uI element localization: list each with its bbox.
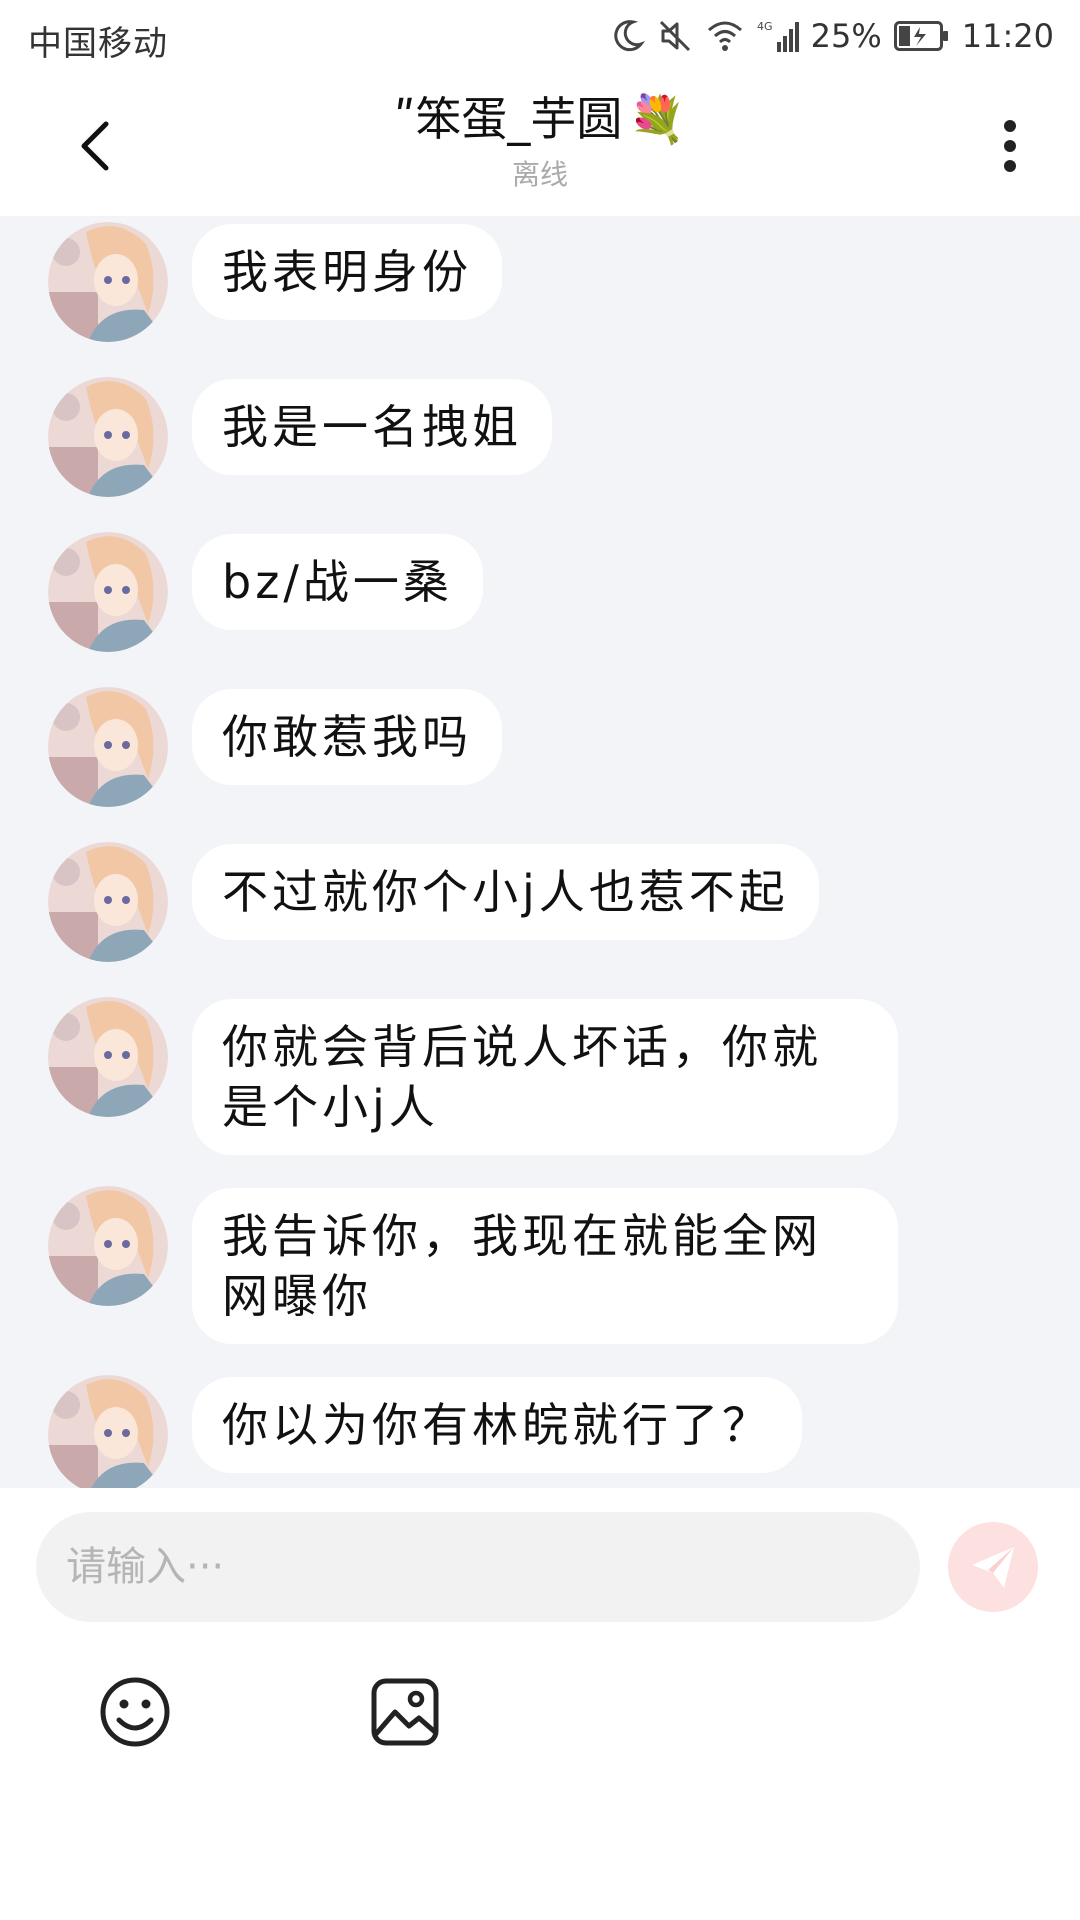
chat-title: ʺ笨蛋_芋圆 💐 (394, 86, 685, 152)
status-bar: 中国移动 4G 25% 11:20 (0, 0, 1080, 72)
composer-panel (0, 1488, 1080, 1920)
avatar[interactable] (48, 1186, 168, 1306)
message-bubble[interactable]: 我表明身份 (192, 224, 502, 320)
message-bubble[interactable]: 我告诉你，我现在就能全网网曝你 (192, 1188, 898, 1344)
message-bubble[interactable]: 不过就你个小j人也惹不起 (192, 844, 819, 940)
message-bubble[interactable]: 你就会背后说人坏话，你就是个小j人 (192, 999, 898, 1155)
chat-header: ʺ笨蛋_芋圆 💐 离线 (0, 72, 1080, 216)
emoji-button[interactable] (95, 1672, 175, 1752)
network-type: 4G (757, 20, 773, 33)
message-bubble[interactable]: 我是一名拽姐 (192, 379, 552, 475)
back-button[interactable] (60, 110, 132, 182)
message-list[interactable]: 我表明身份 我是一名拽姐 bz/战一桑 你敢惹我吗 不过就你个小j人也惹不起 你… (0, 216, 1080, 1488)
moon-icon (609, 18, 645, 54)
battery-icon (893, 21, 950, 51)
clock: 11:20 (961, 17, 1054, 55)
more-options-button[interactable] (980, 110, 1040, 182)
send-icon (972, 1547, 1014, 1588)
avatar[interactable] (48, 1375, 168, 1488)
avatar[interactable] (48, 842, 168, 962)
avatar[interactable] (48, 687, 168, 807)
status-icons: 4G 25% 11:20 (609, 14, 1054, 58)
avatar[interactable] (48, 377, 168, 497)
bouquet-icon: 💐 (628, 92, 686, 146)
message-bubble[interactable]: 你敢惹我吗 (192, 689, 502, 785)
battery-percent: 25% (810, 17, 882, 55)
smiley-icon (100, 1677, 170, 1747)
presence-status: 离线 (511, 158, 568, 191)
avatar[interactable] (48, 532, 168, 652)
title-block: ʺ笨蛋_芋圆 💐 离线 (240, 86, 840, 194)
message-input[interactable] (36, 1512, 920, 1622)
carrier-name: 中国移动 (28, 24, 168, 64)
avatar[interactable] (48, 997, 168, 1117)
avatar[interactable] (48, 222, 168, 342)
image-button[interactable] (365, 1672, 445, 1752)
chat-title-text: ʺ笨蛋_芋圆 (394, 92, 623, 146)
signal-icon: 4G (757, 18, 799, 54)
wifi-icon (705, 18, 745, 54)
send-button[interactable] (948, 1522, 1038, 1612)
more-vertical-icon (1004, 120, 1016, 172)
chevron-left-icon (81, 121, 109, 171)
image-icon (371, 1678, 439, 1746)
mute-icon (657, 18, 693, 54)
message-bubble[interactable]: bz/战一桑 (192, 534, 483, 630)
message-bubble[interactable]: 你以为你有林皖就行了？ (192, 1377, 802, 1473)
